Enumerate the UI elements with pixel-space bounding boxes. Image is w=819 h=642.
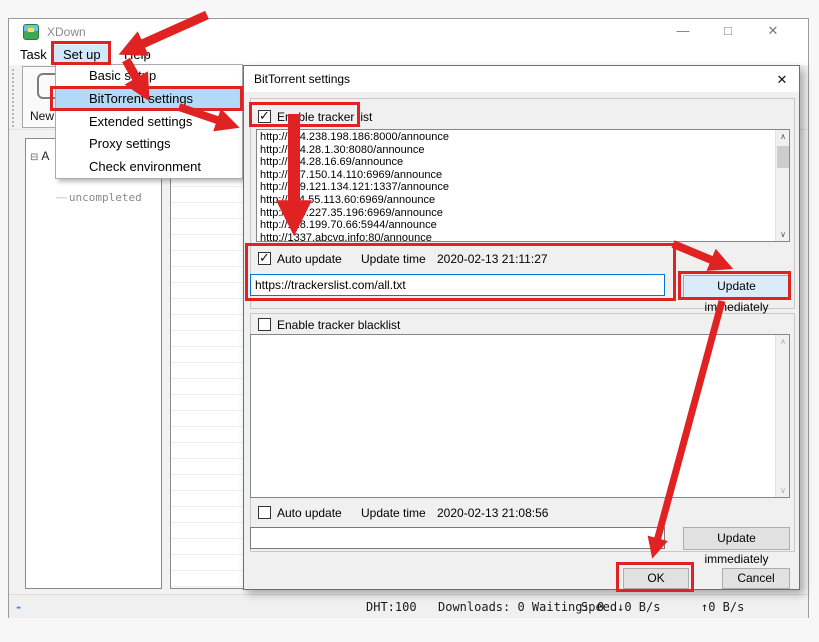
blacklist-update-time-label: Update time xyxy=(361,506,426,520)
blacklist-update-immediately-button[interactable]: Update immediately xyxy=(683,527,790,550)
status-bar: - DHT:100 Downloads: 0 Waiting: 0 Speed↓… xyxy=(9,594,808,618)
tracker-url-row: http://128.199.70.66:5944/announce xyxy=(260,219,449,232)
cancel-button[interactable]: Cancel xyxy=(722,568,790,589)
close-icon[interactable]: ✕ xyxy=(757,21,789,41)
scroll-up-icon[interactable]: ∧ xyxy=(776,335,790,348)
menu-item-extended-settings[interactable]: Extended settings xyxy=(56,111,242,134)
tracker-update-immediately-button[interactable]: Update immediately xyxy=(683,275,790,298)
menu-task[interactable]: Task xyxy=(11,45,56,65)
window-title: XDown xyxy=(47,25,86,39)
tracker-url-row: http://104.28.16.69/announce xyxy=(260,156,449,169)
blacklist-update-time-value: 2020-02-13 21:08:56 xyxy=(437,506,548,520)
blacklist-scrollbar[interactable]: ∧ ∨ xyxy=(775,335,789,497)
scroll-up-icon[interactable]: ∧ xyxy=(776,130,790,143)
ok-button[interactable]: OK xyxy=(623,568,689,589)
menu-item-bittorrent-settings[interactable]: BitTorrent settings xyxy=(56,88,242,111)
task-tree-panel[interactable]: ⊟A uncompleted xyxy=(25,138,162,589)
window-titlebar: XDown — □ ✕ xyxy=(9,19,808,45)
tracker-url-row: http://114.55.113.60:6969/announce xyxy=(260,194,449,207)
tracker-update-time-value: 2020-02-13 21:11:27 xyxy=(437,252,548,266)
setup-dropdown-menu: Basic setup BitTorrent settings Extended… xyxy=(55,64,243,179)
maximize-icon[interactable]: □ xyxy=(712,21,744,41)
menu-bar: Task Set up Help xyxy=(9,45,808,65)
tree-expander-icon[interactable]: ⊟ xyxy=(30,152,38,163)
xdown-app-icon xyxy=(23,24,39,40)
minimize-icon[interactable]: — xyxy=(667,21,699,41)
dialog-close-icon[interactable]: ✕ xyxy=(772,70,792,90)
blacklist-auto-update-label: Auto update xyxy=(277,506,342,520)
tracker-auto-update-label: Auto update xyxy=(277,252,342,266)
statusbar-speed-down: Speed↓0 B/s xyxy=(581,600,660,614)
tracker-blacklist-textarea[interactable]: ∧ ∨ xyxy=(250,334,790,498)
task-list-panel[interactable] xyxy=(170,138,244,589)
dialog-title: BitTorrent settings xyxy=(254,72,350,86)
screenshot-canvas: XDown — □ ✕ Task Set up Help New ⊟A unco… xyxy=(0,0,819,642)
tracker-url-row: http://1337.abcvg.info:80/announce xyxy=(260,232,449,242)
tree-item-uncompleted[interactable]: uncompleted xyxy=(56,191,142,204)
scrollbar-thumb[interactable] xyxy=(777,146,789,168)
tracker-url-row: http://125.227.35.196:6969/announce xyxy=(260,207,449,220)
tree-root-label: A xyxy=(41,149,49,163)
toolbar-gripper xyxy=(12,69,14,127)
tracker-list-scrollbar[interactable]: ∧ ∨ xyxy=(775,130,789,241)
menu-item-proxy-settings[interactable]: Proxy settings xyxy=(56,133,242,156)
blacklist-auto-update-checkbox[interactable] xyxy=(258,506,271,519)
enable-tracker-blacklist-checkbox[interactable] xyxy=(258,318,271,331)
tracker-url-row: http://104.28.1.30:8080/announce xyxy=(260,144,449,157)
checkmark-icon: ✓ xyxy=(259,108,270,124)
blacklist-source-url-input[interactable] xyxy=(250,527,665,549)
tracker-urls: http://104.238.198.186:8000/announce htt… xyxy=(260,131,449,242)
tracker-url-row: http://104.238.198.186:8000/announce xyxy=(260,131,449,144)
enable-tracker-list-label: Enable tracker list xyxy=(277,110,372,124)
scroll-down-icon[interactable]: ∨ xyxy=(776,484,790,497)
scroll-down-icon[interactable]: ∨ xyxy=(776,228,790,241)
tracker-update-time-label: Update time xyxy=(361,252,426,266)
menu-item-check-environment[interactable]: Check environment xyxy=(56,156,242,179)
tracker-url-list[interactable]: http://104.238.198.186:8000/announce htt… xyxy=(256,129,790,242)
statusbar-downloads: Downloads: 0 Waiting: 0 xyxy=(438,600,604,614)
statusbar-mark: - xyxy=(15,600,22,614)
statusbar-speed-up: ↑0 B/s xyxy=(701,600,744,614)
dialog-titlebar: BitTorrent settings ✕ xyxy=(244,66,799,92)
tree-root-item[interactable]: ⊟A xyxy=(30,149,49,163)
menu-help[interactable]: Help xyxy=(115,45,160,65)
checkmark-icon: ✓ xyxy=(259,250,270,266)
statusbar-dht: DHT:100 xyxy=(366,600,417,614)
menu-set-up[interactable]: Set up xyxy=(54,45,110,65)
bittorrent-settings-dialog: BitTorrent settings ✕ ✓ Enable tracker l… xyxy=(243,65,800,590)
tracker-auto-update-checkbox[interactable]: ✓ xyxy=(258,252,271,265)
tracker-source-url-input[interactable] xyxy=(250,274,665,296)
enable-tracker-blacklist-label: Enable tracker blacklist xyxy=(277,318,400,332)
tracker-url-row: http://109.121.134.121:1337/announce xyxy=(260,181,449,194)
menu-item-basic-setup[interactable]: Basic setup xyxy=(56,65,242,88)
tracker-url-row: http://107.150.14.110:6969/announce xyxy=(260,169,449,182)
enable-tracker-list-checkbox[interactable]: ✓ xyxy=(258,110,271,123)
